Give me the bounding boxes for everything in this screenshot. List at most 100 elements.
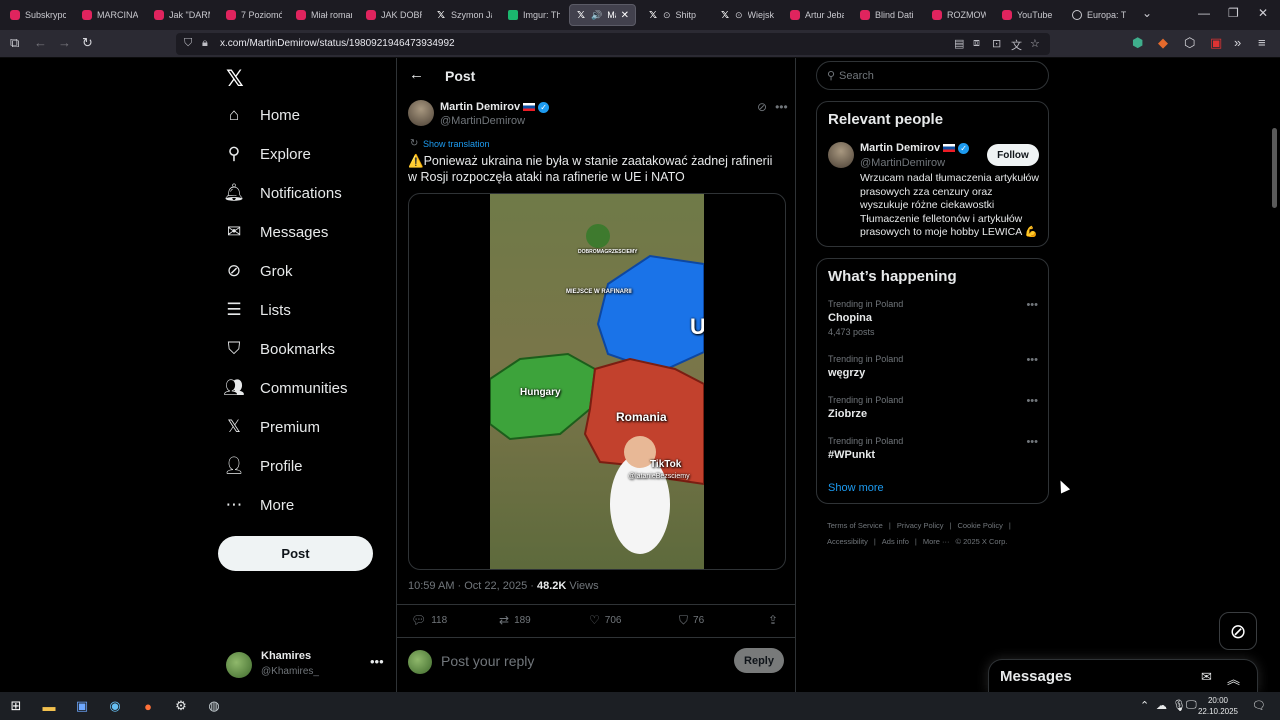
browser-tab[interactable]: 𝕏 ⊙ Shitp [642,4,710,26]
reply-action[interactable]: 💬︎ 118 [411,613,447,627]
person-handle[interactable]: @MartinDemirow [860,157,945,169]
onedrive-icon[interactable]: ☁ [1156,699,1167,712]
video-player[interactable]: DOBROMAGRZESCIEMY MIEJSCE W RAFINARII U … [490,194,704,569]
lock-icon[interactable]: 🔒︎ [202,37,208,50]
extension-badge-icon[interactable]: ▣ [1210,35,1222,51]
nav-profile[interactable]: 👤︎ Profile [223,452,302,480]
person-avatar[interactable] [828,142,854,168]
restore-icon[interactable]: ❐ [1228,6,1239,20]
footer-more-link[interactable]: More ··· [923,537,950,546]
settings-gear-icon[interactable]: ⚙ [172,697,190,715]
browser-tab[interactable]: 7 Poziomów [220,4,288,26]
browser-tab[interactable]: 𝕏 ⊙ Wiejsk [714,4,782,26]
author-avatar[interactable] [408,100,434,126]
nav-notifications[interactable]: 🔔︎ Notifications [223,179,342,207]
extensions-icon[interactable]: ⬡ [1184,35,1195,51]
new-message-icon[interactable]: ✉ [1201,669,1212,685]
expand-chevron-icon[interactable]: ︽ [1227,669,1240,688]
like-action[interactable]: ♡ 706 [589,613,621,627]
tray-chevron-icon[interactable]: ⌃ [1140,699,1149,712]
browser-tab-active[interactable]: 𝕏 🔊 Mart ✕ [569,4,636,26]
notifications-icon[interactable]: 🗨︎ [1252,699,1266,712]
nav-explore[interactable]: ⚲ Explore [224,140,311,168]
footer-link[interactable]: Cookie Policy [957,521,1002,530]
grok-float-button[interactable]: ⊘ [1219,612,1257,650]
back-arrow-icon[interactable]: ← [409,66,424,83]
browser-tab[interactable]: JAK DOBRZ [360,4,428,26]
repost-action[interactable]: ⇄ 189 [499,613,531,627]
reader-view-icon[interactable]: ▤ [954,37,964,50]
reply-button[interactable]: Reply [734,648,784,673]
bookmark-star-icon[interactable]: ☆ [1030,37,1040,50]
show-more-link[interactable]: Show more [828,482,884,494]
footer-link[interactable]: Privacy Policy [897,521,944,530]
more-dots-icon[interactable]: ••• [1026,395,1038,407]
grok-explain-icon[interactable]: ⊘ [757,100,767,114]
remote-desktop-icon[interactable]: ▣ [73,697,91,715]
search-box[interactable]: ⚲ [816,61,1049,90]
file-explorer-icon[interactable]: ▬ [40,697,58,715]
reload-icon[interactable]: ↻ [82,35,93,51]
author-handle[interactable]: @MartinDemirow [440,115,525,127]
tab-list-chevron-icon[interactable]: ⌄ [1142,6,1152,20]
footer-link[interactable]: Accessibility [827,537,868,546]
overflow-chevron-icon[interactable]: » [1234,35,1241,50]
url-text[interactable]: x.com/MartinDemirow/status/1980921946473… [220,38,455,49]
steam-icon[interactable]: ◉ [106,697,124,715]
extension-fox-icon[interactable]: ◆ [1158,35,1168,51]
sidebar-toggle-icon[interactable]: ⧉ [10,35,19,51]
start-windows-icon[interactable]: ⊞ [7,697,25,715]
browser-tab[interactable]: 𝕏 Szymon Jad [430,4,498,26]
account-switcher[interactable]: Khamires @Khamires_ ••• [226,648,386,682]
search-input[interactable] [839,68,1039,84]
more-dots-icon[interactable]: ••• [1026,299,1038,311]
more-options-icon[interactable]: ••• [775,100,788,114]
translate-icon[interactable]: 文 [1011,37,1022,53]
browser-tab[interactable]: MARCINA Z [76,4,144,26]
browser-tab[interactable]: Europa: The [1066,4,1132,26]
minimize-icon[interactable]: — [1198,6,1210,20]
browser-tab[interactable]: Jak "DARMO [148,4,216,26]
nav-home[interactable]: ⌂ Home [224,101,300,129]
screenshot-icon[interactable]: ⊡ [992,37,1001,50]
more-dots-icon[interactable]: ••• [1026,354,1038,366]
nav-communities[interactable]: 👥︎ Communities [223,374,347,402]
microphone-icon[interactable]: 🎙︎ [1172,699,1186,712]
x-logo-icon[interactable]: 𝕏 [226,66,244,92]
pip-icon[interactable]: ⧈ [973,37,980,50]
bookmark-action[interactable]: ⛉ 76 [679,613,704,628]
browser-tab[interactable]: Artur Jebałc [784,4,850,26]
browser-tab[interactable]: Miał roman [290,4,358,26]
reply-input[interactable]: Post your reply [441,653,534,669]
address-bar[interactable]: ⛉ 🔒︎ x.com/MartinDemirow/status/19809219… [176,33,1050,55]
system-clock[interactable]: 20:00 22.10.2025 [1196,695,1240,717]
footer-link[interactable]: Ads info [882,537,909,546]
nav-more[interactable]: ⋯ More [224,491,295,519]
nav-premium[interactable]: 𝕏 Premium [224,413,320,441]
person-name-row[interactable]: Martin Demirov ✓ [860,142,970,154]
post-button[interactable]: Post [218,536,373,571]
extension-shield-icon[interactable]: ⬢ [1132,35,1143,51]
messages-drawer[interactable]: Messages ✉ ︽ [988,659,1258,692]
back-icon[interactable]: ← [34,35,47,50]
shield-icon[interactable]: ⛉ [184,37,192,50]
browser-tab[interactable]: YouTube [996,4,1062,26]
author-name-row[interactable]: Martin Demirov ✓ [440,101,550,113]
browser-tab[interactable]: ROZMOWY [926,4,992,26]
forward-icon[interactable]: → [58,35,71,50]
nav-lists[interactable]: ☰ Lists [224,296,290,324]
scrollbar-thumb[interactable] [1272,128,1277,208]
trend-item[interactable]: Trending in Poland węgrzy ••• [828,354,1038,379]
follow-button[interactable]: Follow [987,144,1039,166]
trend-item[interactable]: Trending in Poland #WPunkt ••• [828,436,1038,461]
browser-tab[interactable]: Blind Dating [854,4,920,26]
page-scrollbar[interactable] [1268,58,1280,692]
person-name[interactable]: Martin Demirov [860,142,940,154]
close-tab-icon[interactable]: ✕ [621,10,629,21]
app-icon[interactable]: ◍ [205,697,223,715]
show-translation-link[interactable]: Show translation [423,139,490,149]
close-window-icon[interactable]: ✕ [1258,6,1268,20]
firefox-icon[interactable]: ● [139,697,157,715]
trend-item[interactable]: Trending in Poland Chopina 4,473 posts •… [828,299,1038,337]
menu-icon[interactable]: ≡ [1258,35,1266,50]
